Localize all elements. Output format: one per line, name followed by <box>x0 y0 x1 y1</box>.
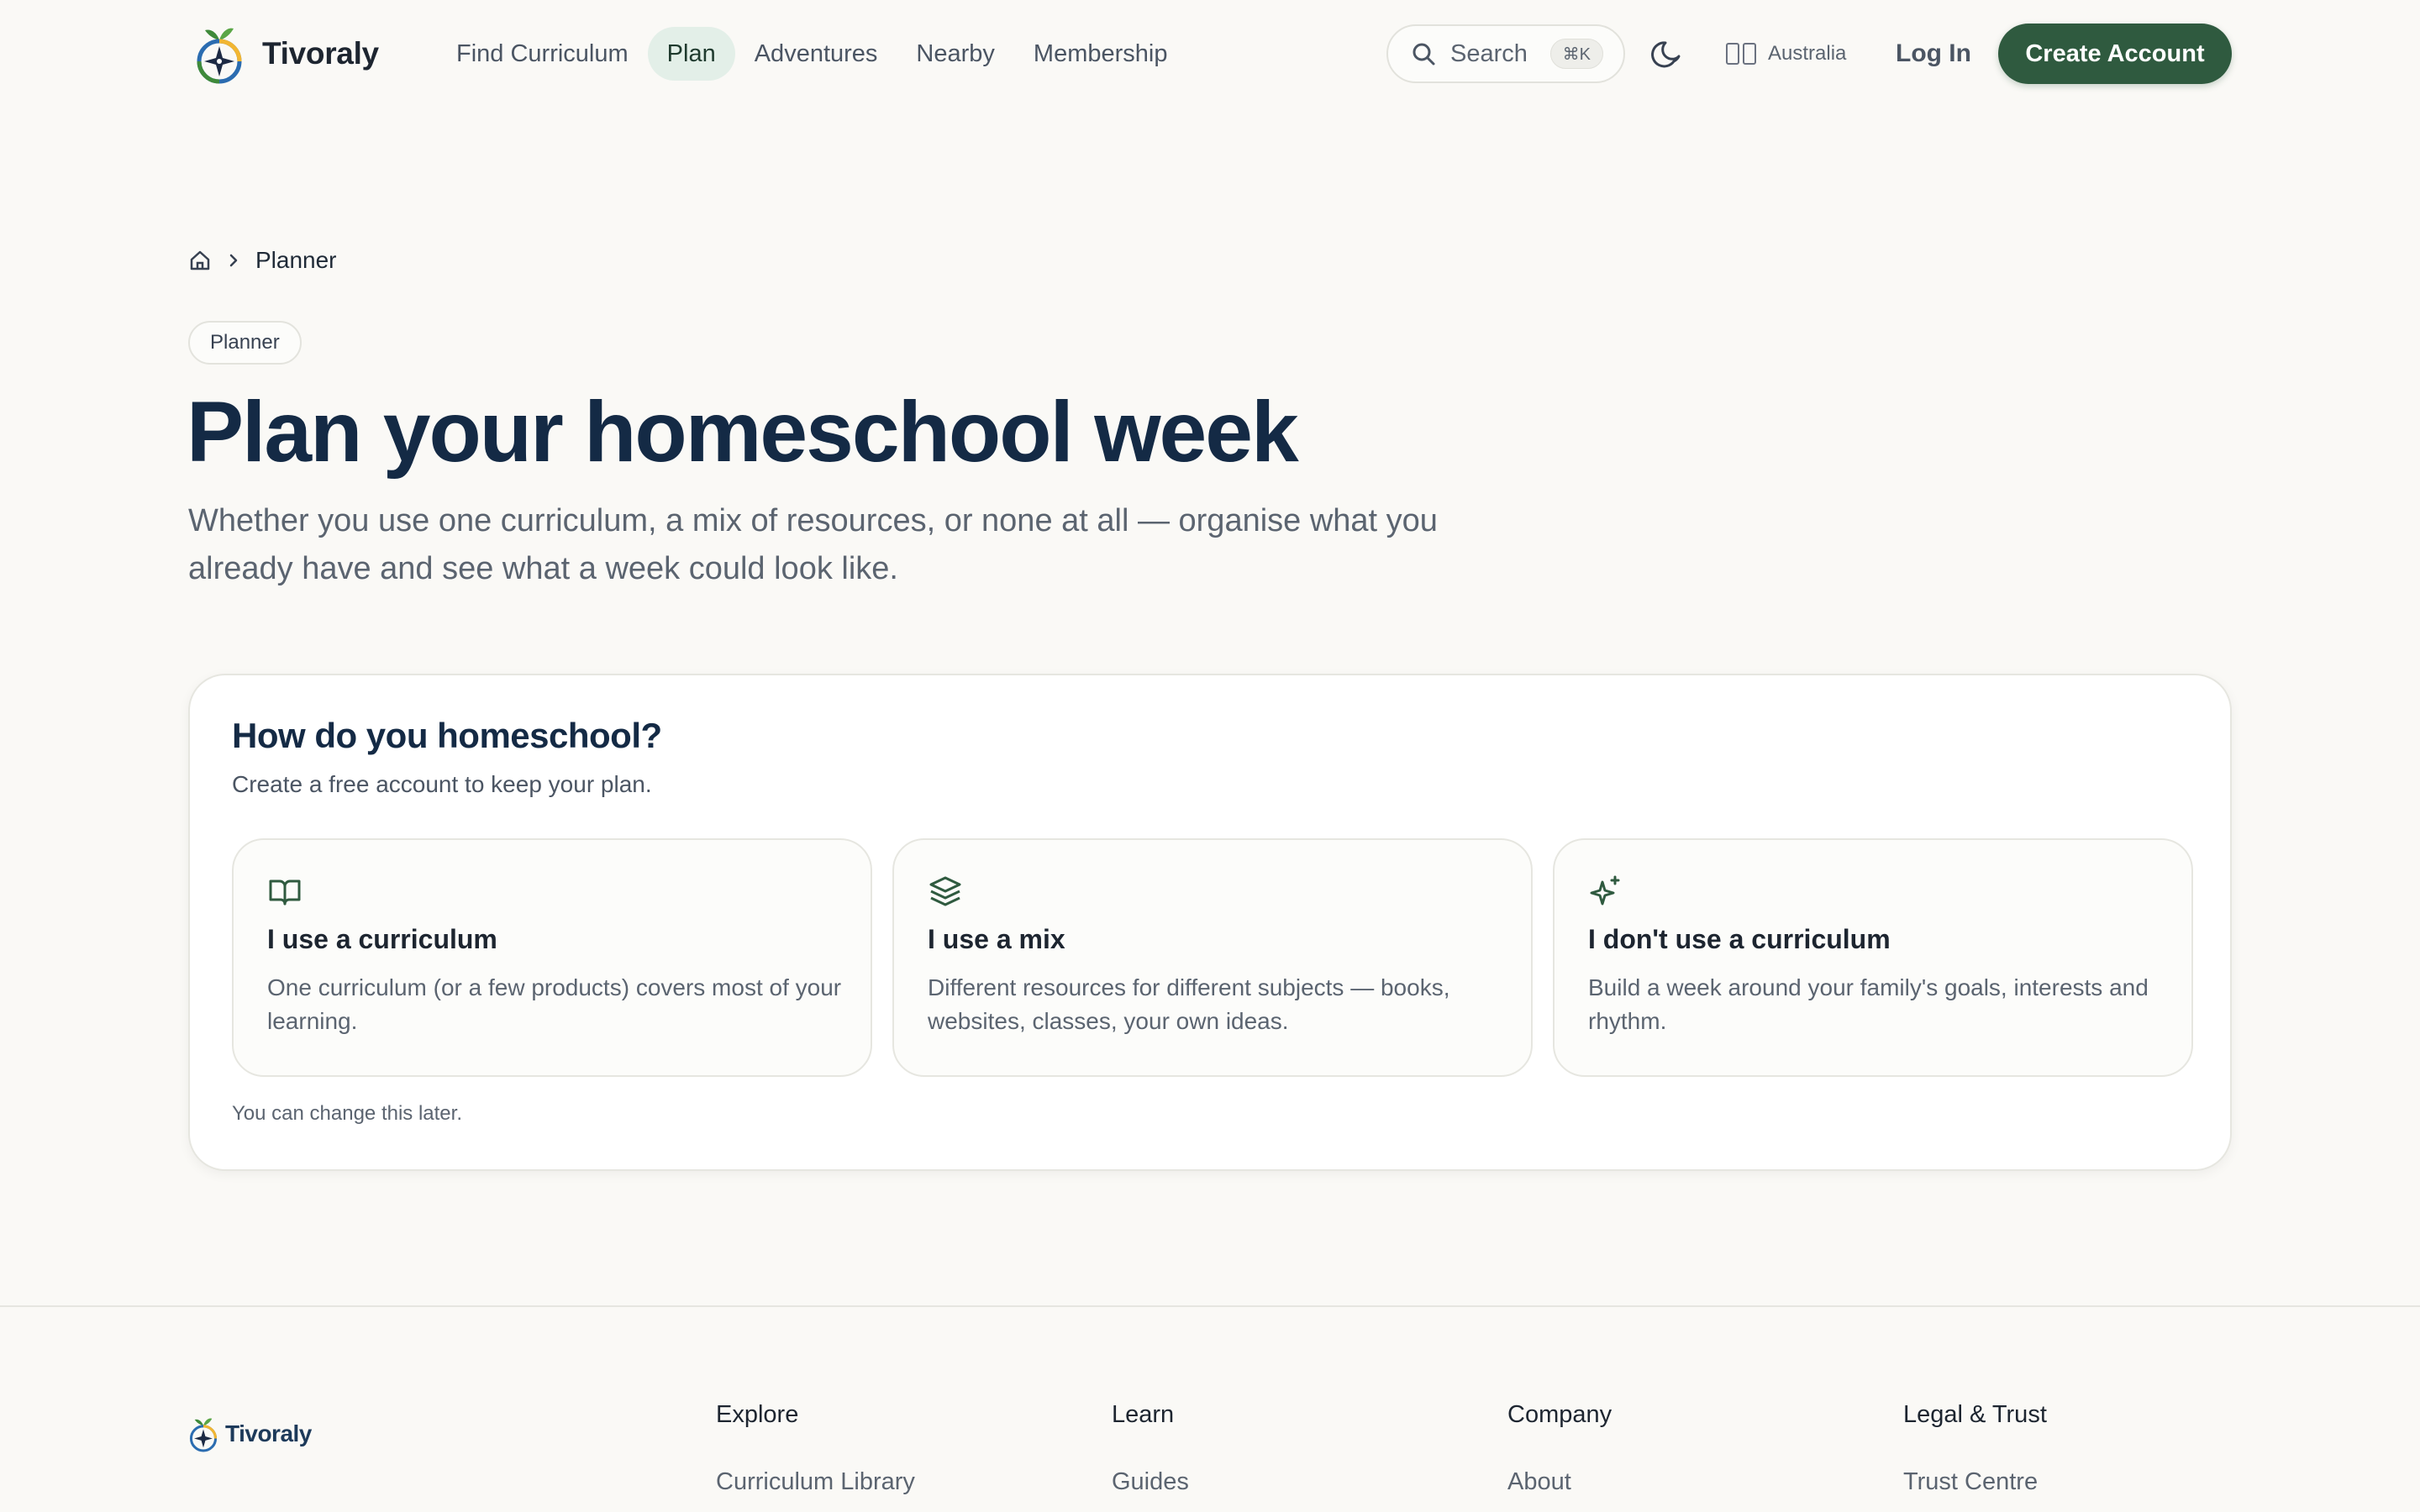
footer-column-title: Explore <box>716 1401 799 1428</box>
card-subtitle: Create a free account to keep your plan. <box>232 771 652 797</box>
brand-name: Tivoraly <box>262 36 379 71</box>
nav-item-membership[interactable]: Membership <box>1014 27 1187 81</box>
flag-icon <box>1726 43 1756 65</box>
footer-column-title: Company <box>1507 1401 1612 1428</box>
sparkles-icon <box>1590 875 1620 906</box>
option-description: One curriculum (or a few products) cover… <box>267 974 842 1034</box>
footer-column-title: Learn <box>1112 1401 1175 1428</box>
search-icon <box>1413 43 1435 66</box>
option-title: I use a mix <box>928 924 1065 954</box>
homeschool-style-card: How do you homeschool? Create a free acc… <box>188 674 2232 1171</box>
book-open-icon <box>269 879 301 906</box>
region-label: Australia <box>1768 42 1847 65</box>
home-icon[interactable] <box>188 249 212 272</box>
options-list: I use a curriculum One curriculum (or a … <box>232 838 2193 1077</box>
layers-icon <box>929 876 961 906</box>
option-use-curriculum[interactable]: I use a curriculum One curriculum (or a … <box>232 838 872 1077</box>
top-header: Tivoraly Find Curriculum Plan Adventures… <box>0 0 2420 108</box>
planner-page: Tivoraly Find Curriculum Plan Adventures… <box>0 0 2420 1512</box>
login-link[interactable]: Log In <box>1896 34 1971 74</box>
nav-item-nearby[interactable]: Nearby <box>897 27 1014 81</box>
compass-logo-icon <box>189 1418 218 1452</box>
site-footer: Tivoraly Explore Curriculum Library Lear… <box>0 1305 2420 1512</box>
footer-column-learn: Learn Guides <box>1112 1401 1189 1495</box>
region-selector[interactable]: Australia <box>1726 37 1846 71</box>
search-label: Search <box>1450 39 1528 67</box>
brand-logo[interactable]: Tivoraly <box>192 22 379 86</box>
option-no-curriculum[interactable]: I don't use a curriculum Build a week ar… <box>1553 838 2193 1077</box>
footer-column-company: Company About <box>1507 1401 1612 1495</box>
search-button[interactable]: Search ⌘K <box>1386 24 1625 83</box>
page-subtitle: Whether you use one curriculum, a mix of… <box>188 503 1438 586</box>
compass-logo-icon <box>197 28 242 84</box>
option-title: I don't use a curriculum <box>1588 924 1891 954</box>
chevron-right-icon <box>229 254 238 267</box>
section-pill: Planner <box>188 321 302 365</box>
footer-link[interactable]: Trust Centre <box>1903 1468 2038 1496</box>
card-title: How do you homeschool? <box>232 716 662 755</box>
option-title: I use a curriculum <box>267 924 497 954</box>
footer-link[interactable]: Curriculum Library <box>716 1468 915 1496</box>
footer-logo[interactable]: Tivoraly <box>187 1415 312 1453</box>
main-nav: Find Curriculum Plan Adventures Nearby M… <box>437 27 1186 81</box>
option-description: Build a week around your family's goals,… <box>1588 974 2149 1034</box>
nav-item-plan[interactable]: Plan <box>647 27 735 81</box>
option-description: Different resources for different subjec… <box>928 974 1450 1034</box>
nav-item-find-curriculum[interactable]: Find Curriculum <box>437 27 648 81</box>
nav-item-adventures[interactable]: Adventures <box>735 27 897 81</box>
page-title: Plan your homeschool week <box>187 384 1299 480</box>
change-later-note: You can change this later. <box>232 1102 462 1125</box>
breadcrumb-current: Planner <box>255 247 337 273</box>
footer-brand-name: Tivoraly <box>225 1420 312 1446</box>
breadcrumb: Planner <box>188 244 337 277</box>
footer-link[interactable]: Guides <box>1112 1468 1189 1496</box>
footer-column-explore: Explore Curriculum Library <box>716 1401 915 1495</box>
footer-column-legal-trust: Legal & Trust Trust Centre <box>1903 1401 2047 1495</box>
search-shortcut-badge: ⌘K <box>1549 39 1603 69</box>
footer-link[interactable]: About <box>1507 1468 1571 1496</box>
create-account-button[interactable]: Create Account <box>1998 24 2232 84</box>
moon-icon[interactable] <box>1649 36 1686 73</box>
footer-column-title: Legal & Trust <box>1903 1401 2047 1428</box>
option-use-mix[interactable]: I use a mix Different resources for diff… <box>892 838 1533 1077</box>
